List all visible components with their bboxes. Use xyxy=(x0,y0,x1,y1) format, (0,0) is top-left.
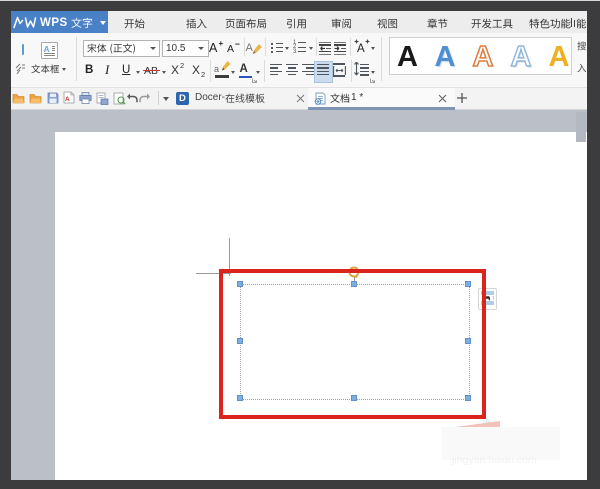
svg-text:jingyan.baidu.com: jingyan.baidu.com xyxy=(451,454,537,466)
svg-text:A: A xyxy=(65,96,70,103)
